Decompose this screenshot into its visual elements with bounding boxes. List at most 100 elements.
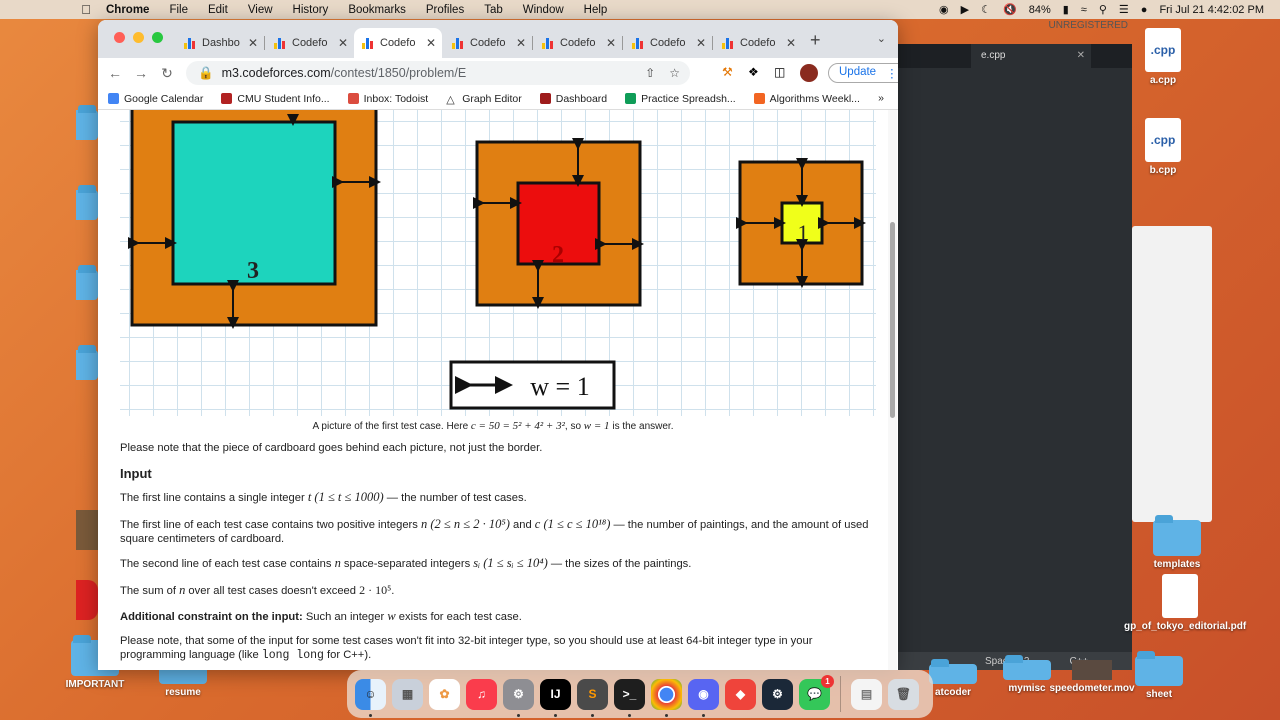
close-icon[interactable]: ✕ [426, 36, 436, 50]
music-icon[interactable]: ♫ [466, 678, 497, 710]
desktop-file-a-cpp[interactable]: .cpp a.cpp [1128, 28, 1198, 86]
desktop-file-editorial-pdf[interactable]: gp_of_tokyo_editorial.pdf [1124, 574, 1246, 632]
input-heading: Input [120, 466, 152, 481]
preview-icon[interactable]: ▤ [851, 678, 882, 710]
profile-avatar[interactable] [800, 64, 818, 82]
more-menu-icon[interactable]: ⋮ [886, 66, 898, 80]
bookmark-todoist[interactable]: Inbox: Todoist [347, 93, 428, 105]
scrollbar-thumb[interactable] [890, 222, 895, 418]
finder-icon[interactable]: ☺ [355, 678, 386, 717]
spotlight-icon[interactable]: ⚲ [1099, 3, 1107, 16]
window-controls [114, 32, 163, 43]
photos-icon[interactable]: ✿ [429, 678, 460, 710]
menu-window[interactable]: Window [523, 4, 564, 16]
tab-codeforces[interactable]: Codefo ✕ [444, 28, 533, 58]
close-icon[interactable]: ✕ [338, 36, 348, 50]
siri-icon[interactable]: ● [1141, 4, 1148, 16]
menu-edit[interactable]: Edit [208, 4, 228, 16]
desktop-icon-label: mymisc [1008, 683, 1046, 694]
discord-icon[interactable]: ◉ [688, 678, 719, 717]
update-button[interactable]: Update ⋮ [828, 63, 898, 83]
bookmark-practice-spreadsheet[interactable]: Practice Spreadsh... [625, 93, 736, 105]
page-scrollbar[interactable] [888, 110, 897, 670]
clock[interactable]: Fri Jul 21 4:42:02 PM [1159, 4, 1264, 16]
system-settings-icon[interactable]: ⚙ [503, 678, 534, 717]
menu-profiles[interactable]: Profiles [426, 4, 464, 16]
bookmark-cmu-student-info[interactable]: CMU Student Info... [221, 93, 330, 105]
close-icon[interactable]: ✕ [1077, 50, 1085, 61]
anydesk-icon[interactable]: ◆ [725, 678, 756, 710]
launchpad-icon[interactable]: ▦ [392, 678, 423, 710]
extension-icon[interactable]: ⚒ [722, 65, 738, 81]
editor-tab-e-cpp[interactable]: e.cpp ✕ [971, 44, 1091, 68]
minimize-window-button[interactable] [133, 32, 144, 43]
close-icon[interactable]: ✕ [606, 36, 616, 50]
record-icon[interactable]: ◉ [939, 3, 949, 16]
cpp-file-icon: .cpp [1145, 118, 1181, 162]
math: 2 · 10⁵ [359, 583, 392, 597]
tab-codeforces[interactable]: Codefo ✕ [624, 28, 713, 58]
tab-codeforces[interactable]: Codefo ✕ [266, 28, 355, 58]
update-label: Update [839, 66, 877, 78]
share-icon[interactable]: ⇧ [645, 66, 655, 80]
control-center-icon[interactable]: ☰ [1119, 3, 1129, 16]
bookmarks-overflow-icon[interactable]: » [878, 92, 884, 104]
menu-file[interactable]: File [169, 4, 188, 16]
tab-codeforces[interactable]: Codefo ✕ [534, 28, 623, 58]
reload-button[interactable]: ↻ [154, 65, 180, 82]
desktop-icon-label: b.cpp [1149, 165, 1177, 176]
menu-bookmarks[interactable]: Bookmarks [348, 4, 406, 16]
tab-search-chevron-icon[interactable]: ⌄ [877, 32, 886, 45]
side-panel-icon[interactable]: ◫ [774, 65, 790, 81]
menu-history[interactable]: History [293, 4, 329, 16]
desktop-folder-templates[interactable]: templates [1142, 515, 1212, 570]
trash-icon[interactable]: 🗑 [888, 678, 919, 710]
chart-icon [184, 37, 196, 49]
tab-codeforces-active[interactable]: Codefo ✕ [354, 28, 442, 58]
steam-icon[interactable]: ⚙ [762, 678, 793, 710]
text: The first line of each test case contain… [120, 519, 421, 531]
close-icon[interactable]: ✕ [248, 36, 258, 50]
battery-icon[interactable]: ▮ [1063, 3, 1069, 16]
bookmark-star-icon[interactable]: ☆ [669, 66, 680, 80]
messages-icon[interactable]: 💬 1 [799, 674, 834, 710]
close-icon[interactable]: ✕ [696, 36, 706, 50]
bookmark-dashboard[interactable]: Dashboard [539, 93, 607, 105]
terminal-icon[interactable]: >_ [614, 678, 645, 717]
note-paragraph: Please note that the piece of cardboard … [120, 442, 543, 454]
chrome-icon[interactable] [651, 678, 682, 717]
tab-dashboard[interactable]: Dashbo ✕ [176, 28, 265, 58]
new-tab-button[interactable]: + [810, 30, 821, 51]
close-icon[interactable]: ✕ [786, 36, 796, 50]
moon-icon[interactable]: ☾ [981, 3, 991, 16]
sublime-text-icon[interactable]: S [577, 678, 608, 717]
forward-button[interactable]: → [128, 65, 154, 81]
intellij-icon[interactable]: IJ [540, 678, 571, 717]
mute-icon[interactable]: 🔇 [1003, 3, 1017, 16]
back-button[interactable]: ← [102, 65, 128, 81]
desktop-file-b-cpp[interactable]: .cpp b.cpp [1128, 118, 1198, 176]
wifi-icon[interactable]: ≈ [1081, 4, 1087, 16]
menu-view[interactable]: View [248, 4, 273, 16]
zoom-window-button[interactable] [152, 32, 163, 43]
menu-help[interactable]: Help [584, 4, 608, 16]
chrome-window: Dashbo ✕ Codefo ✕ Codefo ✕ Codefo ✕ Code… [98, 20, 898, 670]
tab-codeforces[interactable]: Codefo ✕ [714, 28, 802, 58]
play-icon[interactable]: ▶ [961, 3, 969, 16]
apple-icon[interactable]:  [78, 2, 94, 17]
bookmark-graph-editor[interactable]: △ Graph Editor [446, 92, 522, 107]
desktop-icon-label: sheet [1145, 689, 1173, 700]
menu-tab[interactable]: Tab [484, 4, 503, 16]
extensions-puzzle-icon[interactable]: ❖ [748, 65, 764, 81]
bookmark-algorithms-weekly[interactable]: Algorithms Weekl... [753, 93, 860, 105]
close-icon[interactable]: ✕ [516, 36, 526, 50]
bookmark-label: Graph Editor [462, 92, 522, 105]
tab-label: Codefo [650, 37, 686, 49]
bookmark-google-calendar[interactable]: Google Calendar [108, 93, 203, 105]
close-window-button[interactable] [114, 32, 125, 43]
tab-label: Codefo [740, 37, 776, 49]
address-bar[interactable]: 🔒 m3.codeforces.com/contest/1850/problem… [186, 61, 690, 85]
lock-icon[interactable]: 🔒 [198, 66, 214, 81]
desktop-folder-sheet[interactable]: sheet [1124, 651, 1194, 700]
menu-app-chrome[interactable]: Chrome [106, 4, 149, 16]
